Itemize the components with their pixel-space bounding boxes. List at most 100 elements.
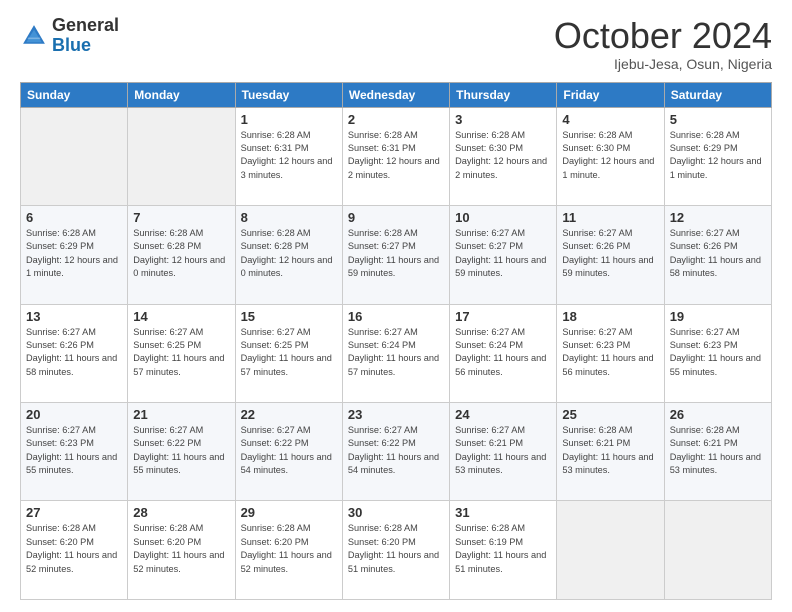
day-number: 29 xyxy=(241,505,337,520)
week-row-3: 13 Sunrise: 6:27 AMSunset: 6:26 PMDayligh… xyxy=(21,304,772,402)
day-number: 8 xyxy=(241,210,337,225)
header-row: Sunday Monday Tuesday Wednesday Thursday… xyxy=(21,82,772,107)
day-number: 22 xyxy=(241,407,337,422)
day-number: 11 xyxy=(562,210,658,225)
calendar-cell: 13 Sunrise: 6:27 AMSunset: 6:26 PMDayligh… xyxy=(21,304,128,402)
day-number: 30 xyxy=(348,505,444,520)
calendar-cell: 10 Sunrise: 6:27 AMSunset: 6:27 PMDayligh… xyxy=(450,206,557,304)
calendar-cell: 23 Sunrise: 6:27 AMSunset: 6:22 PMDayligh… xyxy=(342,403,449,501)
col-sunday: Sunday xyxy=(21,82,128,107)
day-number: 6 xyxy=(26,210,122,225)
day-info: Sunrise: 6:28 AMSunset: 6:19 PMDaylight:… xyxy=(455,522,551,575)
day-number: 27 xyxy=(26,505,122,520)
day-info: Sunrise: 6:27 AMSunset: 6:23 PMDaylight:… xyxy=(26,424,122,477)
day-number: 31 xyxy=(455,505,551,520)
title-area: October 2024 Ijebu-Jesa, Osun, Nigeria xyxy=(554,16,772,72)
day-info: Sunrise: 6:27 AMSunset: 6:21 PMDaylight:… xyxy=(455,424,551,477)
day-info: Sunrise: 6:28 AMSunset: 6:20 PMDaylight:… xyxy=(348,522,444,575)
calendar-cell: 3 Sunrise: 6:28 AMSunset: 6:30 PMDaylight… xyxy=(450,107,557,205)
month-title: October 2024 xyxy=(554,16,772,56)
day-number: 9 xyxy=(348,210,444,225)
calendar-cell xyxy=(664,501,771,600)
day-info: Sunrise: 6:27 AMSunset: 6:22 PMDaylight:… xyxy=(241,424,337,477)
calendar-cell: 12Sunrise: 6:27 AMSunset: 6:26 PMDayligh… xyxy=(664,206,771,304)
col-monday: Monday xyxy=(128,82,235,107)
calendar-cell: 26 Sunrise: 6:28 AMSunset: 6:21 PMDayligh… xyxy=(664,403,771,501)
calendar-cell: 27 Sunrise: 6:28 AMSunset: 6:20 PMDayligh… xyxy=(21,501,128,600)
logo-blue: Blue xyxy=(52,35,91,55)
day-number: 21 xyxy=(133,407,229,422)
day-info: Sunrise: 6:27 AMSunset: 6:23 PMDaylight:… xyxy=(670,326,766,379)
day-number: 12 xyxy=(670,210,766,225)
calendar-cell: 22 Sunrise: 6:27 AMSunset: 6:22 PMDayligh… xyxy=(235,403,342,501)
day-number: 23 xyxy=(348,407,444,422)
day-number: 25 xyxy=(562,407,658,422)
location: Ijebu-Jesa, Osun, Nigeria xyxy=(554,56,772,72)
calendar-cell: 24Sunrise: 6:27 AMSunset: 6:21 PMDayligh… xyxy=(450,403,557,501)
day-info: Sunrise: 6:27 AMSunset: 6:26 PMDaylight:… xyxy=(562,227,658,280)
day-number: 26 xyxy=(670,407,766,422)
day-number: 13 xyxy=(26,309,122,324)
day-number: 16 xyxy=(348,309,444,324)
logo: General Blue xyxy=(20,16,119,56)
calendar-cell: 11 Sunrise: 6:27 AMSunset: 6:26 PMDayligh… xyxy=(557,206,664,304)
day-number: 17 xyxy=(455,309,551,324)
calendar-cell xyxy=(128,107,235,205)
day-info: Sunrise: 6:28 AMSunset: 6:20 PMDaylight:… xyxy=(26,522,122,575)
day-number: 1 xyxy=(241,112,337,127)
calendar-cell: 31 Sunrise: 6:28 AMSunset: 6:19 PMDayligh… xyxy=(450,501,557,600)
day-info: Sunrise: 6:28 AMSunset: 6:30 PMDaylight:… xyxy=(455,129,551,182)
calendar-cell: 7Sunrise: 6:28 AMSunset: 6:28 PMDaylight… xyxy=(128,206,235,304)
logo-general: General xyxy=(52,15,119,35)
calendar-cell: 28 Sunrise: 6:28 AMSunset: 6:20 PMDayligh… xyxy=(128,501,235,600)
calendar-cell: 30 Sunrise: 6:28 AMSunset: 6:20 PMDayligh… xyxy=(342,501,449,600)
day-number: 2 xyxy=(348,112,444,127)
calendar-cell: 21 Sunrise: 6:27 AMSunset: 6:22 PMDayligh… xyxy=(128,403,235,501)
calendar-cell: 5 Sunrise: 6:28 AMSunset: 6:29 PMDaylight… xyxy=(664,107,771,205)
col-tuesday: Tuesday xyxy=(235,82,342,107)
day-info: Sunrise: 6:28 AMSunset: 6:21 PMDaylight:… xyxy=(670,424,766,477)
page: General Blue October 2024 Ijebu-Jesa, Os… xyxy=(0,0,792,612)
week-row-2: 6 Sunrise: 6:28 AMSunset: 6:29 PMDaylight… xyxy=(21,206,772,304)
day-info: Sunrise: 6:27 AMSunset: 6:24 PMDaylight:… xyxy=(348,326,444,379)
calendar-cell: 19 Sunrise: 6:27 AMSunset: 6:23 PMDayligh… xyxy=(664,304,771,402)
day-info: Sunrise: 6:27 AMSunset: 6:22 PMDaylight:… xyxy=(348,424,444,477)
day-number: 18 xyxy=(562,309,658,324)
day-info: Sunrise: 6:27 AMSunset: 6:23 PMDaylight:… xyxy=(562,326,658,379)
col-friday: Friday xyxy=(557,82,664,107)
calendar-cell: 16 Sunrise: 6:27 AMSunset: 6:24 PMDayligh… xyxy=(342,304,449,402)
day-info: Sunrise: 6:28 AMSunset: 6:31 PMDaylight:… xyxy=(348,129,444,182)
calendar-cell: 20Sunrise: 6:27 AMSunset: 6:23 PMDayligh… xyxy=(21,403,128,501)
col-wednesday: Wednesday xyxy=(342,82,449,107)
day-info: Sunrise: 6:28 AMSunset: 6:30 PMDaylight:… xyxy=(562,129,658,182)
calendar-cell: 14 Sunrise: 6:27 AMSunset: 6:25 PMDayligh… xyxy=(128,304,235,402)
day-number: 15 xyxy=(241,309,337,324)
day-info: Sunrise: 6:28 AMSunset: 6:29 PMDaylight:… xyxy=(670,129,766,182)
day-number: 3 xyxy=(455,112,551,127)
week-row-1: 1 Sunrise: 6:28 AMSunset: 6:31 PMDaylight… xyxy=(21,107,772,205)
day-number: 19 xyxy=(670,309,766,324)
day-info: Sunrise: 6:27 AMSunset: 6:26 PMDaylight:… xyxy=(26,326,122,379)
day-info: Sunrise: 6:28 AMSunset: 6:21 PMDaylight:… xyxy=(562,424,658,477)
day-info: Sunrise: 6:27 AMSunset: 6:25 PMDaylight:… xyxy=(241,326,337,379)
day-number: 14 xyxy=(133,309,229,324)
col-thursday: Thursday xyxy=(450,82,557,107)
day-info: Sunrise: 6:28 AMSunset: 6:28 PMDaylight:… xyxy=(241,227,337,280)
day-info: Sunrise: 6:27 AMSunset: 6:24 PMDaylight:… xyxy=(455,326,551,379)
day-number: 7 xyxy=(133,210,229,225)
day-number: 10 xyxy=(455,210,551,225)
calendar-cell: 8 Sunrise: 6:28 AMSunset: 6:28 PMDaylight… xyxy=(235,206,342,304)
calendar-cell: 1Sunrise: 6:28 AMSunset: 6:31 PMDaylight… xyxy=(235,107,342,205)
header: General Blue October 2024 Ijebu-Jesa, Os… xyxy=(20,16,772,72)
day-info: Sunrise: 6:28 AMSunset: 6:20 PMDaylight:… xyxy=(133,522,229,575)
day-number: 28 xyxy=(133,505,229,520)
calendar-table: Sunday Monday Tuesday Wednesday Thursday… xyxy=(20,82,772,600)
day-number: 5 xyxy=(670,112,766,127)
calendar-cell: 17 Sunrise: 6:27 AMSunset: 6:24 PMDayligh… xyxy=(450,304,557,402)
day-info: Sunrise: 6:27 AMSunset: 6:25 PMDaylight:… xyxy=(133,326,229,379)
day-info: Sunrise: 6:28 AMSunset: 6:29 PMDaylight:… xyxy=(26,227,122,280)
day-info: Sunrise: 6:27 AMSunset: 6:27 PMDaylight:… xyxy=(455,227,551,280)
day-info: Sunrise: 6:27 AMSunset: 6:22 PMDaylight:… xyxy=(133,424,229,477)
calendar-cell xyxy=(21,107,128,205)
calendar-cell: 25 Sunrise: 6:28 AMSunset: 6:21 PMDayligh… xyxy=(557,403,664,501)
